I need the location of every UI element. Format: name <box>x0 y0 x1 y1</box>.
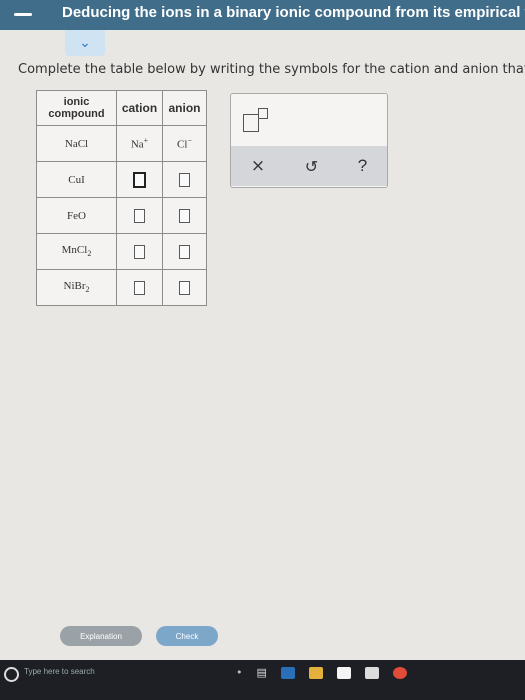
chevron-down-icon: ⌄ <box>79 35 91 51</box>
edge-icon[interactable] <box>280 666 295 679</box>
microphone-icon[interactable]: • <box>236 666 243 679</box>
cation-input[interactable] <box>134 280 145 295</box>
header-ionic-compound: ionic compound <box>36 90 117 126</box>
search-icon[interactable] <box>4 667 19 682</box>
window-title-bar: Deducing the ions in a binary ionic comp… <box>0 0 525 30</box>
mail-icon[interactable] <box>364 666 379 679</box>
cation-input[interactable] <box>133 171 146 188</box>
taskbar-icons: • ▤ <box>236 666 407 679</box>
anion-input[interactable] <box>179 172 190 187</box>
table-row: FeO <box>36 197 207 234</box>
cation-input[interactable] <box>134 244 145 259</box>
cation-input[interactable] <box>134 208 145 223</box>
table-row: NiBr2 <box>36 269 207 306</box>
table-row: CuI <box>36 161 207 198</box>
compound-cell: FeO <box>36 197 117 234</box>
anion-cell[interactable] <box>162 233 207 270</box>
table-row: NaCl Na+ Cl− <box>36 125 207 162</box>
math-toolbox: × ↺ ? <box>230 93 388 188</box>
task-view-icon[interactable]: ▤ <box>257 666 267 679</box>
anion-input[interactable] <box>179 208 190 223</box>
header-cation: cation <box>116 90 163 126</box>
explanation-button[interactable]: Explanation <box>60 626 142 646</box>
clear-icon[interactable]: × <box>251 156 265 176</box>
ions-table: ionic compound cation anion NaCl Na+ Cl−… <box>36 90 207 306</box>
anion-input[interactable] <box>179 280 190 295</box>
compound-cell: NiBr2 <box>36 269 117 306</box>
collapse-chevron-button[interactable]: ⌄ <box>65 30 105 56</box>
menu-dash-icon[interactable] <box>14 13 32 16</box>
anion-cell[interactable] <box>162 269 207 306</box>
taskbar-search-input[interactable]: Type here to search <box>24 667 95 676</box>
cation-cell[interactable]: Na+ <box>116 125 163 162</box>
header-anion: anion <box>162 90 207 126</box>
cation-cell[interactable] <box>116 269 163 306</box>
page-title: Deducing the ions in a binary ionic comp… <box>62 4 525 21</box>
table-row: MnCl2 <box>36 233 207 270</box>
chrome-icon[interactable] <box>392 666 407 679</box>
check-button[interactable]: Check <box>156 626 218 646</box>
anion-cell[interactable]: Cl− <box>162 125 207 162</box>
store-icon[interactable] <box>336 666 351 679</box>
toolbox-actions: × ↺ ? <box>231 146 387 186</box>
undo-icon[interactable]: ↺ <box>305 157 318 176</box>
anion-cell[interactable] <box>162 197 207 234</box>
help-icon[interactable]: ? <box>358 156 367 176</box>
compound-cell: NaCl <box>36 125 117 162</box>
compound-cell: CuI <box>36 161 117 198</box>
table-header-row: ionic compound cation anion <box>36 90 207 126</box>
cation-cell[interactable] <box>116 161 163 198</box>
os-taskbar: Type here to search • ▤ <box>0 660 525 700</box>
compound-cell: MnCl2 <box>36 233 117 270</box>
instruction-text: Complete the table below by writing the … <box>18 62 525 77</box>
explorer-icon[interactable] <box>308 666 323 679</box>
anion-cell[interactable] <box>162 161 207 198</box>
cation-cell[interactable] <box>116 197 163 234</box>
anion-input[interactable] <box>179 244 190 259</box>
cation-cell[interactable] <box>116 233 163 270</box>
